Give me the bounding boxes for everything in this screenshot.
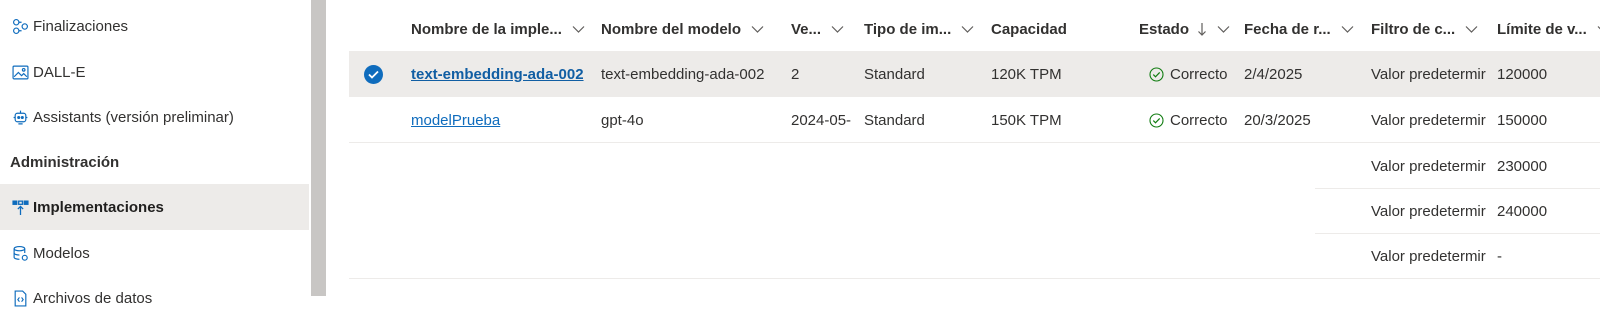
content-filter: Valor predetermir [1371,65,1486,83]
date: 20/3/2025 [1244,111,1311,129]
success-check-icon [1149,112,1164,128]
sidebar-item-assistants[interactable]: Assistants (versión preliminar) [0,94,309,140]
deployments-icon [9,196,31,218]
sidebar-item-label: DALL-E [33,63,86,81]
content-filter: Valor predetermir [1371,202,1486,220]
status: Correcto [1149,97,1244,143]
completions-icon [9,15,31,37]
rate-limit: 240000 [1497,202,1548,220]
sidebar-item-label: Finalizaciones [33,17,129,35]
sidebar-item-finalizaciones[interactable]: Finalizaciones [0,3,309,49]
assistant-icon [9,106,31,128]
deployment-type: Standard [864,65,925,83]
model-name: text-embedding-ada-002 [601,65,765,83]
deployment-type: Standard [864,111,925,129]
date: 2/4/2025 [1244,65,1303,83]
content-filter: Valor predetermir [1371,247,1486,265]
rate-limit: 150000 [1497,111,1548,129]
model-version: 2024-05- [791,111,852,129]
chevron-down-icon [1217,25,1230,34]
deployments-table: Nombre de la imple... Nombre del modelo … [349,0,1600,318]
column-header-deployment-name[interactable]: Nombre de la imple... [411,8,585,50]
chevron-down-icon [572,25,585,34]
column-header-rate-limit[interactable]: Límite de v... [1497,8,1600,50]
content-filter: Valor predetermir [1371,111,1486,129]
sidebar-item-label: Archivos de datos [33,289,153,307]
column-header-content-filter[interactable]: Filtro de c... [1371,8,1478,50]
chevron-down-icon [831,25,844,34]
sidebar-scrollbar[interactable] [311,0,326,296]
table-row[interactable]: Valor predetermir 230000 [349,143,1600,189]
sidebar-item-dall-e[interactable]: DALL-E [0,49,309,95]
table-row[interactable]: Valor predetermir - [349,233,1600,279]
chevron-down-icon [961,25,974,34]
column-header-model-name[interactable]: Nombre del modelo [601,8,764,50]
column-header-capacity[interactable]: Capacidad [991,8,1067,50]
rate-limit: 230000 [1497,157,1548,175]
chevron-down-icon [1465,25,1478,34]
column-header-deployment-type[interactable]: Tipo de im... [864,8,974,50]
table-row[interactable]: text-embedding-ada-002 text-embedding-ad… [349,51,1600,97]
success-check-icon [1149,66,1164,82]
rate-limit: - [1497,247,1502,265]
status-text: Correcto [1170,111,1228,129]
rate-limit: 120000 [1497,65,1548,83]
sidebar-item-label: Assistants (versión preliminar) [33,108,234,126]
row-divider [349,278,1600,279]
status-text: Correcto [1170,65,1228,83]
capacity: 150K TPM [991,111,1062,129]
sort-descending-icon [1197,22,1207,37]
deployment-name-link[interactable]: modelPrueba [411,97,591,143]
column-header-version[interactable]: Ve... [791,8,844,50]
deployment-name-link[interactable]: text-embedding-ada-002 [411,51,591,97]
section-heading-administracion: Administración [10,154,120,171]
chevron-down-icon [751,25,764,34]
model-version: 2 [791,65,800,83]
table-row[interactable]: modelPrueba gpt-4o 2024-05- Standard 150… [349,97,1600,143]
sidebar-item-label: Implementaciones [33,198,164,216]
column-header-status[interactable]: Estado [1139,8,1230,50]
model-name: gpt-4o [601,111,644,129]
content-filter: Valor predetermir [1371,157,1486,175]
sidebar-item-modelos[interactable]: Modelos [0,230,309,276]
capacity: 120K TPM [991,65,1062,83]
status: Correcto [1149,51,1244,97]
table-header: Nombre de la imple... Nombre del modelo … [349,8,1600,50]
data-files-icon [9,287,31,309]
sidebar: Finalizaciones DALL-E Assistants (versió… [0,0,309,318]
row-selected-check-icon[interactable] [364,65,383,84]
chevron-down-icon [1341,25,1354,34]
image-icon [9,61,31,83]
sidebar-item-label: Modelos [33,244,90,262]
models-icon [9,242,31,264]
table-row[interactable]: Valor predetermir 240000 [349,188,1600,234]
sidebar-item-implementaciones[interactable]: Implementaciones [0,184,309,230]
sidebar-item-archivos-de-datos[interactable]: Archivos de datos [0,275,309,321]
column-header-date[interactable]: Fecha de r... [1244,8,1354,50]
